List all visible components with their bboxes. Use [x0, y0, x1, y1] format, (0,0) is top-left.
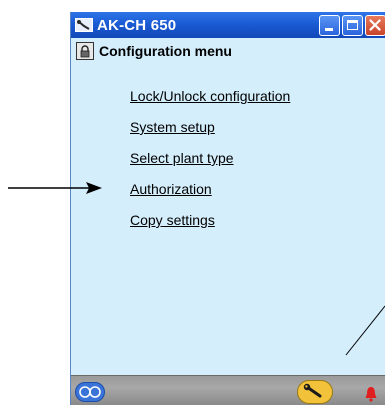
window-controls	[319, 15, 385, 36]
close-icon	[369, 19, 381, 31]
menu-item-system-setup[interactable]: System setup	[130, 119, 290, 150]
minimize-icon	[325, 28, 333, 31]
lock-icon	[76, 42, 94, 60]
window-title: AK-CH 650	[97, 16, 177, 34]
bell-alarm-icon[interactable]	[364, 386, 378, 402]
configuration-menu-list: Lock/Unlock configuration System setup S…	[130, 88, 290, 243]
goggles-button[interactable]	[75, 382, 105, 402]
service-button[interactable]	[297, 380, 333, 404]
menu-item-select-plant-type[interactable]: Select plant type	[130, 150, 290, 181]
close-button[interactable]	[365, 15, 385, 36]
wrench-app-icon	[75, 18, 93, 32]
status-bar	[71, 375, 385, 405]
menu-item-copy-settings[interactable]: Copy settings	[130, 212, 290, 243]
menu-title: Configuration menu	[99, 43, 232, 59]
goggles-icon	[79, 386, 101, 398]
maximize-button[interactable]	[342, 15, 363, 36]
menu-item-lock-unlock-configuration[interactable]: Lock/Unlock configuration	[130, 88, 290, 119]
maximize-icon	[347, 20, 358, 30]
wrench-icon	[303, 383, 322, 398]
minimize-button[interactable]	[319, 15, 340, 36]
app-window: AK-CH 650 Configuration menu Lock/Unlock…	[70, 12, 385, 405]
menu-header: Configuration menu	[76, 42, 232, 60]
title-bar[interactable]: AK-CH 650	[71, 12, 385, 38]
page: AK-CH 650 Configuration menu Lock/Unlock…	[0, 0, 385, 405]
menu-item-authorization[interactable]: Authorization	[130, 181, 290, 212]
